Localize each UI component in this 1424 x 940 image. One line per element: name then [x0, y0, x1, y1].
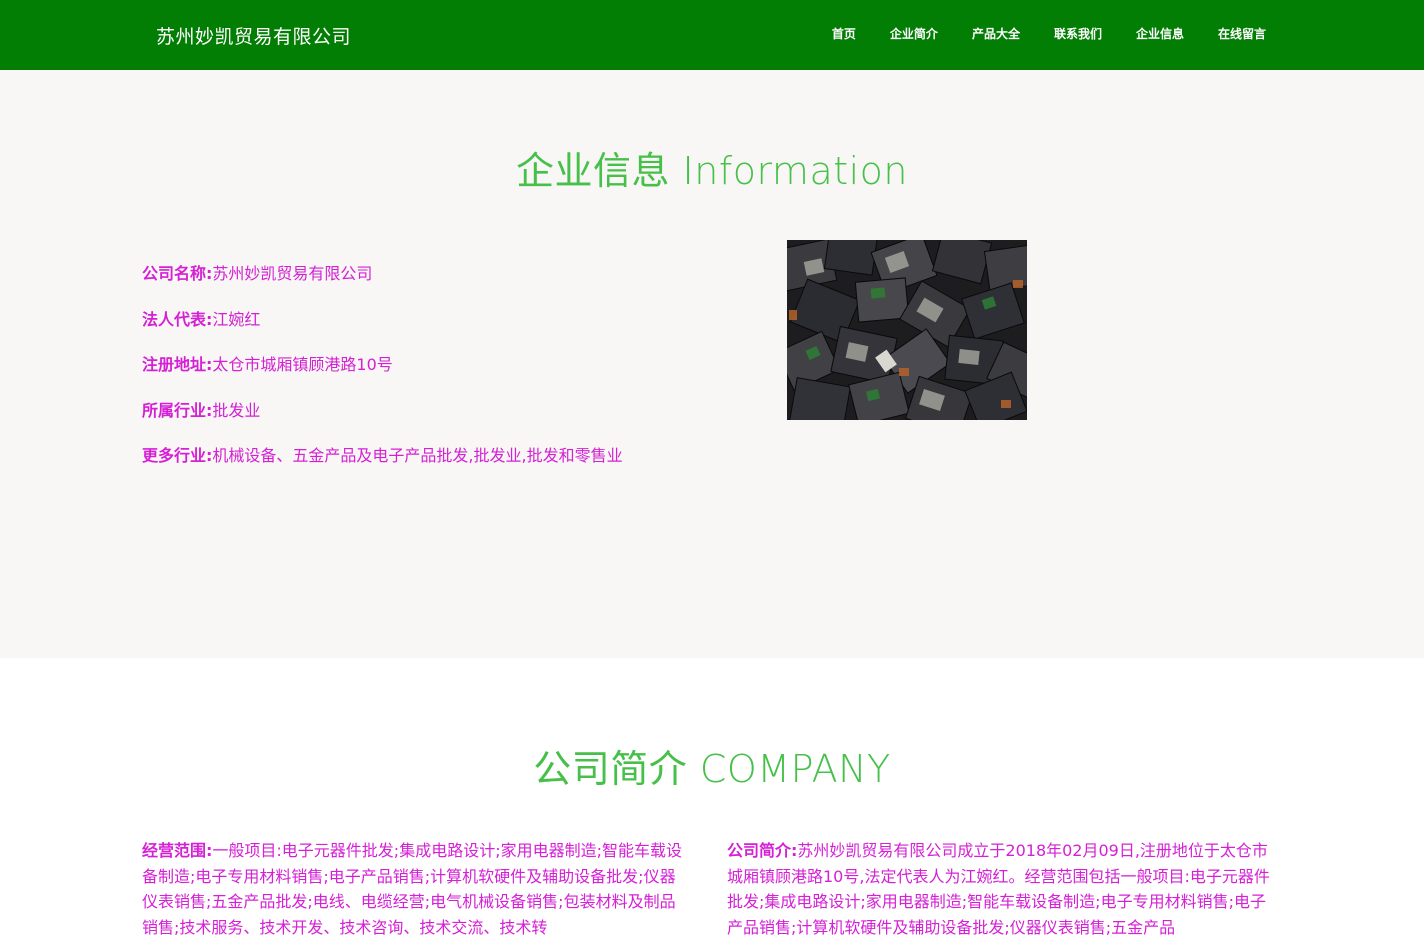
- nav-company-intro[interactable]: 企业简介: [890, 25, 938, 42]
- intro-text: 苏州妙凯贸易有限公司成立于2018年02月09日,注册地位于太仓市城厢镇顾港路1…: [727, 841, 1270, 937]
- company-section-title: 公司简介 COMPANY: [533, 747, 891, 791]
- info-label: 法人代表:: [142, 309, 213, 329]
- info-label: 公司名称:: [142, 264, 213, 283]
- info-value: 批发业: [212, 400, 261, 420]
- info-label: 所属行业:: [142, 400, 213, 420]
- intro-label: 公司简介:: [727, 841, 798, 860]
- main-nav: 首页 企业简介 产品大全 联系我们 企业信息 在线留言: [832, 25, 1266, 42]
- info-list: 公司名称:苏州妙凯贸易有限公司 法人代表:江婉红 注册地址:太仓市城厢镇顾港路1…: [142, 262, 742, 490]
- info-value: 江婉红: [212, 309, 261, 329]
- info-value: 太仓市城厢镇顾港路10号: [212, 355, 393, 374]
- info-label: 注册地址:: [142, 355, 213, 374]
- info-section-title: 企业信息 Information: [515, 149, 909, 193]
- info-value: 苏州妙凯贸易有限公司: [212, 264, 373, 283]
- scope-label: 经营范围:: [142, 841, 213, 860]
- info-row-company-name: 公司名称:苏州妙凯贸易有限公司: [142, 262, 742, 308]
- scope-text: 一般项目:电子元器件批发;集成电路设计;家用电器制造;智能车载设备制造;电子专用…: [142, 841, 682, 937]
- company-intro: 公司简介:苏州妙凯贸易有限公司成立于2018年02月09日,注册地位于太仓市城厢…: [727, 838, 1275, 940]
- info-row-industry: 所属行业:批发业: [142, 399, 742, 445]
- nav-company-info[interactable]: 企业信息: [1136, 25, 1184, 42]
- info-row-more-industry: 更多行业:机械设备、五金产品及电子产品批发,批发业,批发和零售业: [142, 444, 742, 490]
- company-info-section: 企业信息 Information 公司名称:苏州妙凯贸易有限公司 法人代表:江婉…: [0, 70, 1424, 658]
- company-intro-section: 公司简介 COMPANY 经营范围:一般项目:电子元器件批发;集成电路设计;家用…: [0, 658, 1424, 937]
- nav-message[interactable]: 在线留言: [1218, 25, 1266, 42]
- info-row-legal-rep: 法人代表:江婉红: [142, 308, 742, 354]
- chips-photo: [787, 240, 1027, 420]
- chips-photo-illustration: [787, 240, 1027, 420]
- nav-contact[interactable]: 联系我们: [1054, 25, 1102, 42]
- nav-home[interactable]: 首页: [832, 25, 856, 42]
- info-value: 机械设备、五金产品及电子产品批发,批发业,批发和零售业: [212, 446, 623, 465]
- site-header: 苏州妙凯贸易有限公司 首页 企业简介 产品大全 联系我们 企业信息 在线留言: [0, 0, 1424, 70]
- nav-products[interactable]: 产品大全: [972, 25, 1020, 42]
- info-label: 更多行业:: [142, 446, 213, 465]
- business-scope: 经营范围:一般项目:电子元器件批发;集成电路设计;家用电器制造;智能车载设备制造…: [142, 838, 690, 940]
- site-brand[interactable]: 苏州妙凯贸易有限公司: [156, 22, 351, 49]
- info-row-address: 注册地址:太仓市城厢镇顾港路10号: [142, 353, 742, 399]
